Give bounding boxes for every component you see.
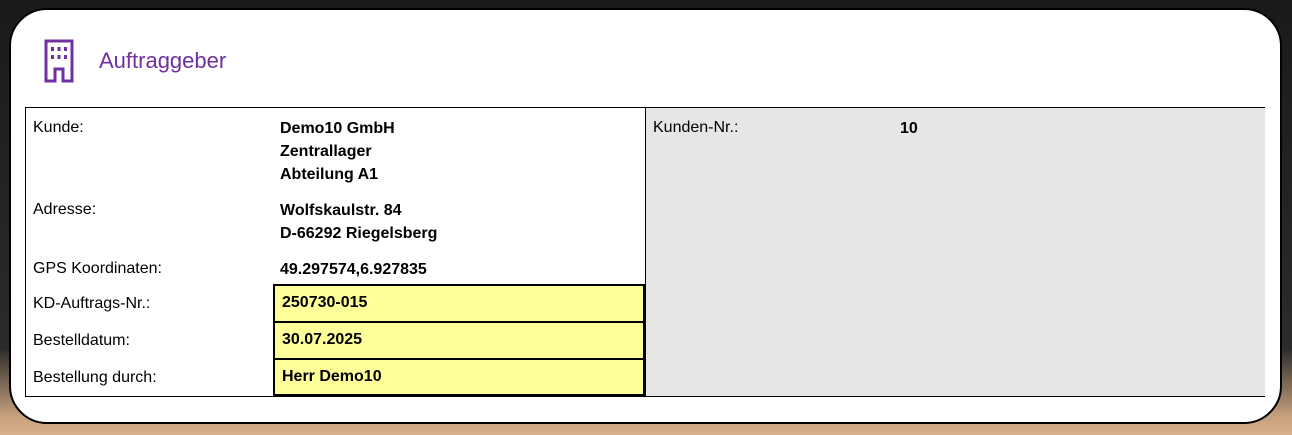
datum-value: 30.07.2025 — [282, 331, 363, 348]
kunde-label: Kunde: — [33, 119, 84, 136]
kundennr-value: 10 — [900, 120, 918, 137]
building-icon — [44, 39, 74, 83]
durch-label: Bestellung durch: — [33, 369, 157, 386]
datum-field[interactable]: 30.07.2025 — [273, 321, 645, 360]
adresse-line: Wolfskaulstr. 84 — [280, 202, 402, 219]
auftrag-value: 250730-015 — [282, 294, 368, 311]
adresse-label: Adresse: — [33, 201, 97, 218]
kunde-value: Demo10 GmbH Zentrallager Abteilung A1 — [280, 117, 395, 186]
durch-field[interactable]: Herr Demo10 — [273, 358, 645, 396]
kunde-line: Abteilung A1 — [280, 166, 379, 183]
auftrag-field[interactable]: 250730-015 — [273, 284, 645, 323]
durch-value: Herr Demo10 — [282, 368, 382, 385]
kunde-line: Zentrallager — [280, 143, 372, 160]
datum-label: Bestelldatum: — [33, 332, 130, 349]
client-table: Kunde: Demo10 GmbH Zentrallager Abteilun… — [25, 107, 1265, 397]
gps-label: GPS Koordinaten: — [33, 260, 162, 277]
adresse-value: Wolfskaulstr. 84 D-66292 Riegelsberg — [280, 199, 437, 245]
gps-value: 49.297574,6.927835 — [280, 261, 427, 278]
section-title: Auftraggeber — [99, 48, 227, 73]
auftrag-label: KD-Auftrags-Nr.: — [33, 295, 151, 312]
kunde-line: Demo10 GmbH — [280, 120, 395, 137]
adresse-line: D-66292 Riegelsberg — [280, 225, 438, 242]
right-panel: Kunden-Nr.: 10 — [645, 108, 1265, 396]
kundennr-label: Kunden-Nr.: — [653, 119, 739, 136]
